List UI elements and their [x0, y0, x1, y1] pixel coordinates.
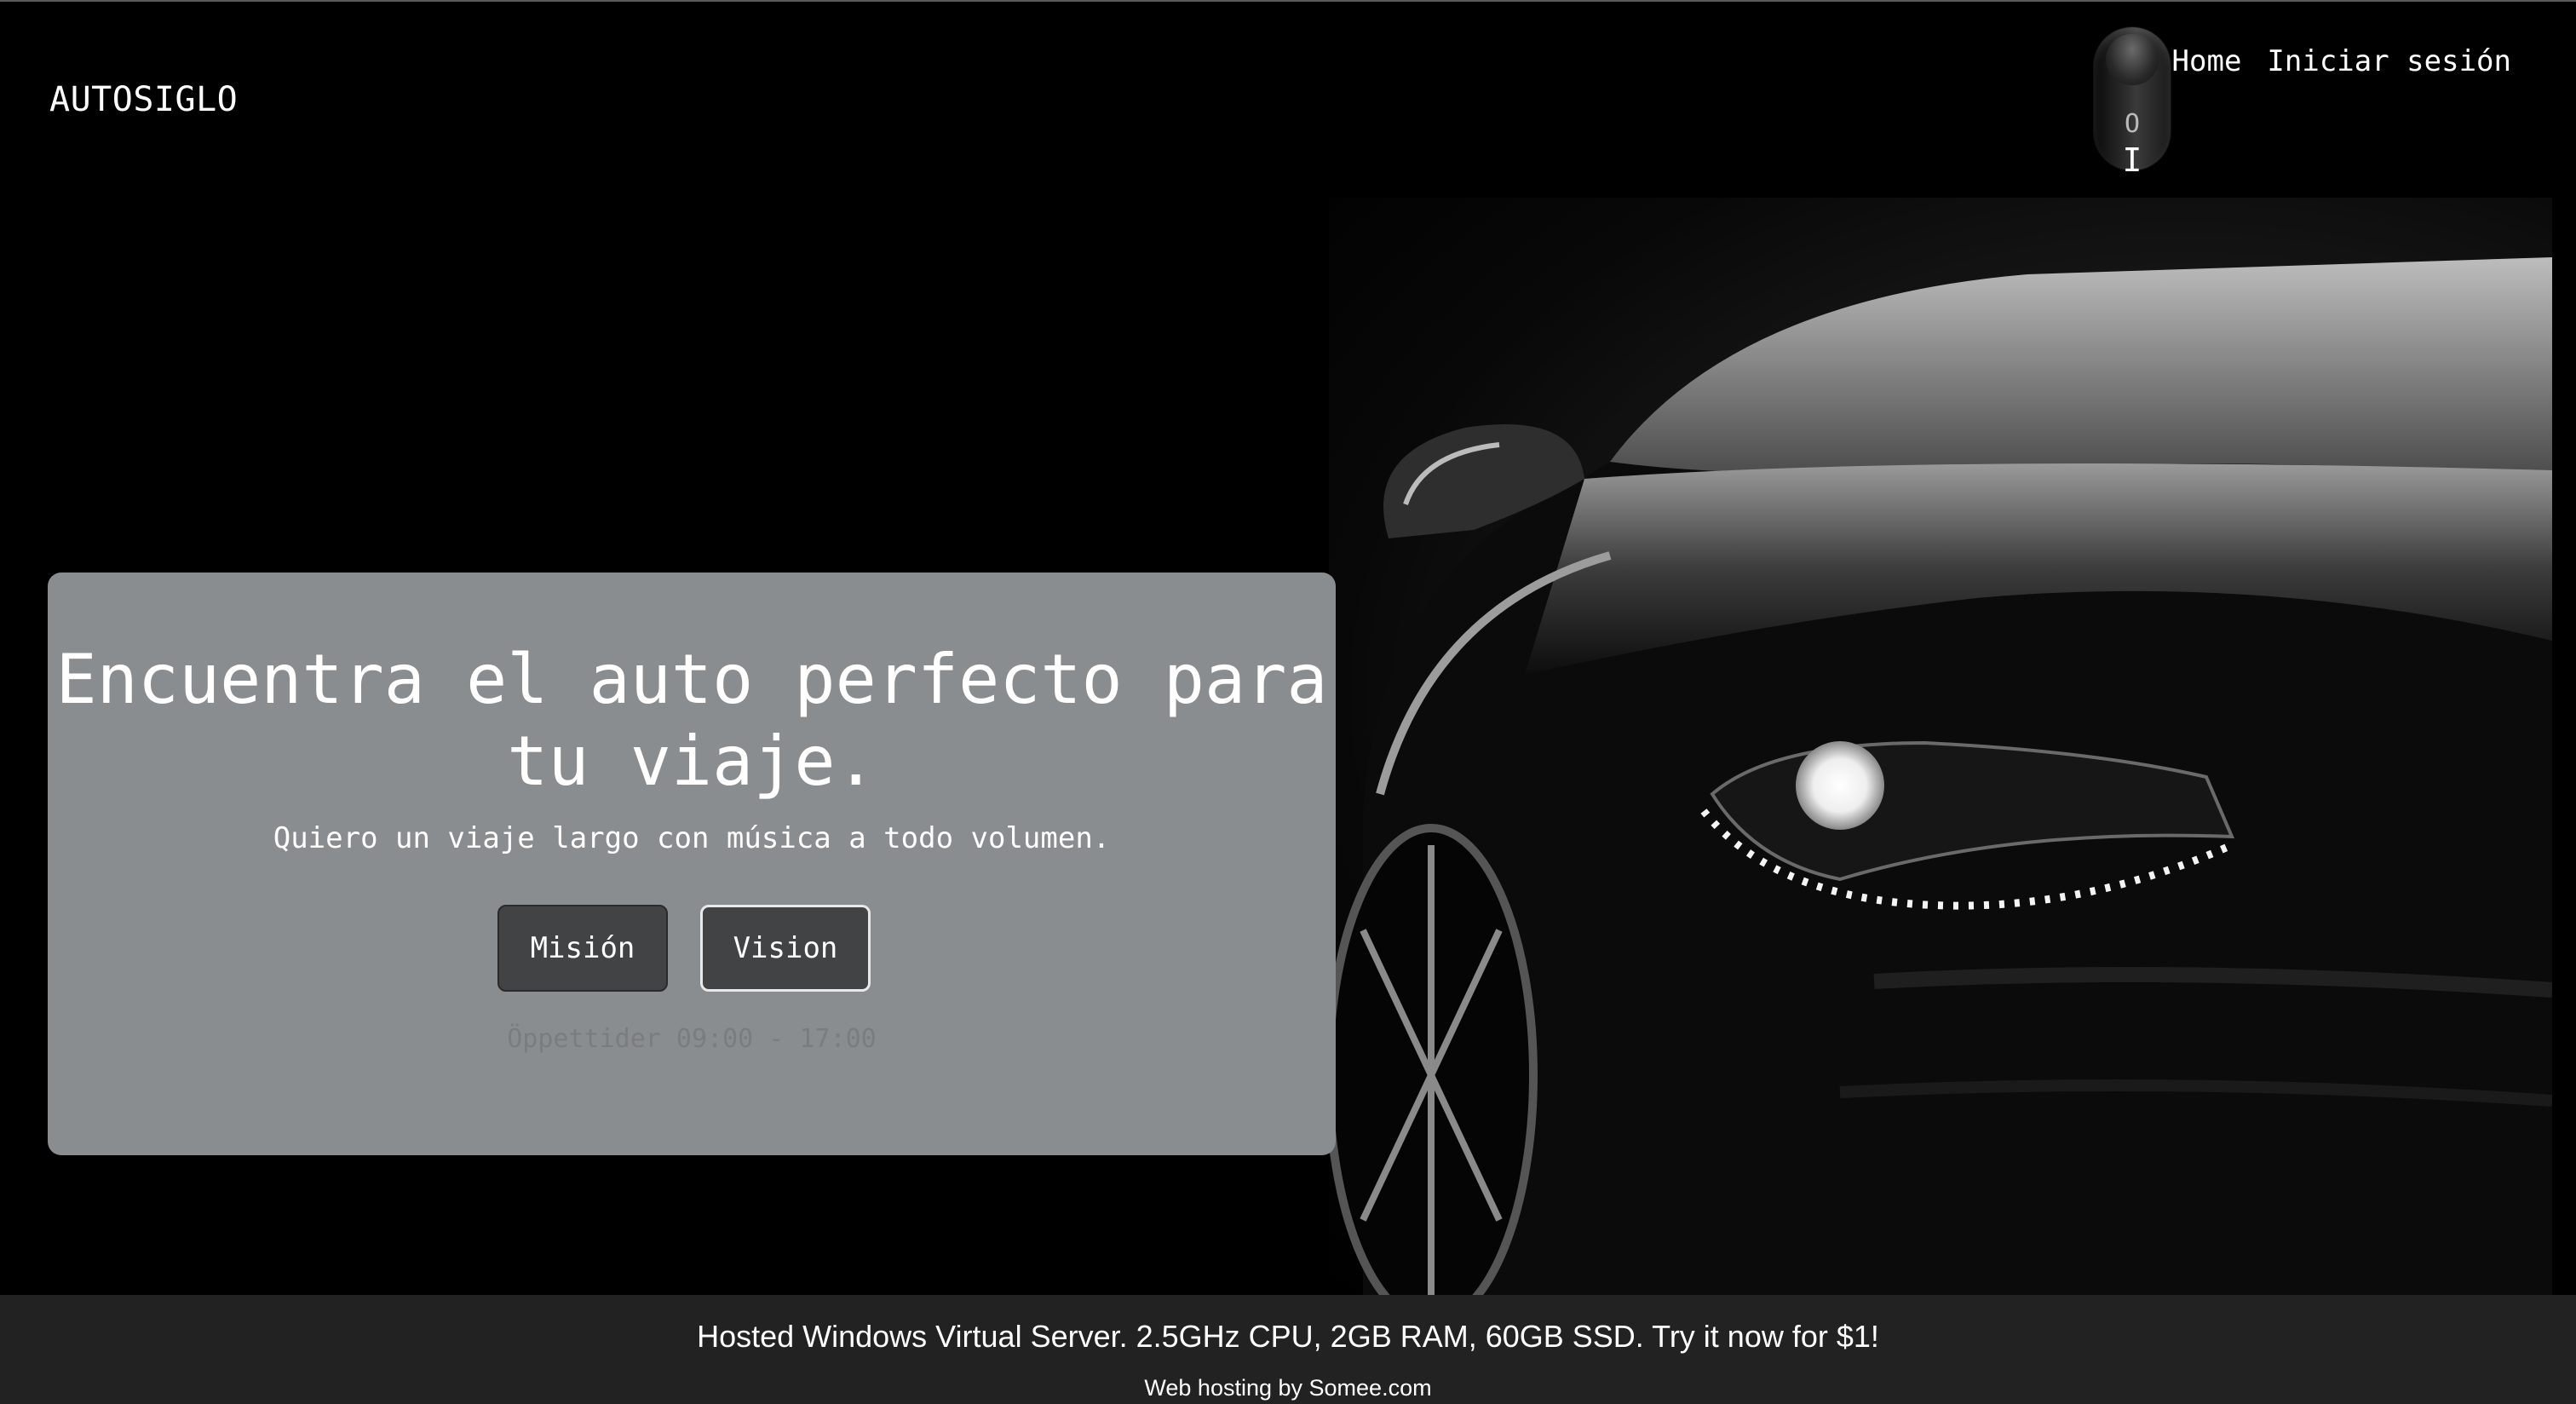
hero-card: Encuentra el auto perfecto para tu viaje…	[48, 573, 1336, 1155]
page: AUTOSIGLO O I Home Iniciar sesión Encuen…	[0, 0, 2576, 1404]
theme-toggle-switch[interactable]: O I	[2094, 27, 2171, 179]
hosting-ad-link[interactable]: Hosted Windows Virtual Server. 2.5GHz CP…	[0, 1319, 2576, 1355]
brand-logo[interactable]: AUTOSIGLO	[49, 80, 238, 119]
top-nav: Home Iniciar sesión	[2172, 44, 2511, 78]
vision-button[interactable]: Vision	[700, 905, 871, 992]
hosting-credit-link[interactable]: Web hosting by Somee.com	[0, 1375, 2576, 1401]
hero-car-image	[1329, 198, 2552, 1297]
toggle-knob	[2106, 34, 2159, 85]
mision-button[interactable]: Misión	[497, 905, 668, 992]
toggle-on-label: I	[2122, 141, 2142, 179]
nav-link-login[interactable]: Iniciar sesión	[2267, 44, 2511, 78]
nav-link-home[interactable]: Home	[2172, 44, 2242, 78]
toggle-off-label: O	[2124, 109, 2141, 139]
sports-car-illustration	[1329, 257, 2552, 1297]
hero-subtitle: Quiero un viaje largo con música a todo …	[273, 821, 1111, 855]
opening-hours: Öppettider 09:00 - 17:00	[507, 1024, 877, 1054]
hosting-footer: Hosted Windows Virtual Server. 2.5GHz CP…	[0, 1295, 2576, 1404]
hero-title: Encuentra el auto perfecto para tu viaje…	[55, 640, 1328, 801]
